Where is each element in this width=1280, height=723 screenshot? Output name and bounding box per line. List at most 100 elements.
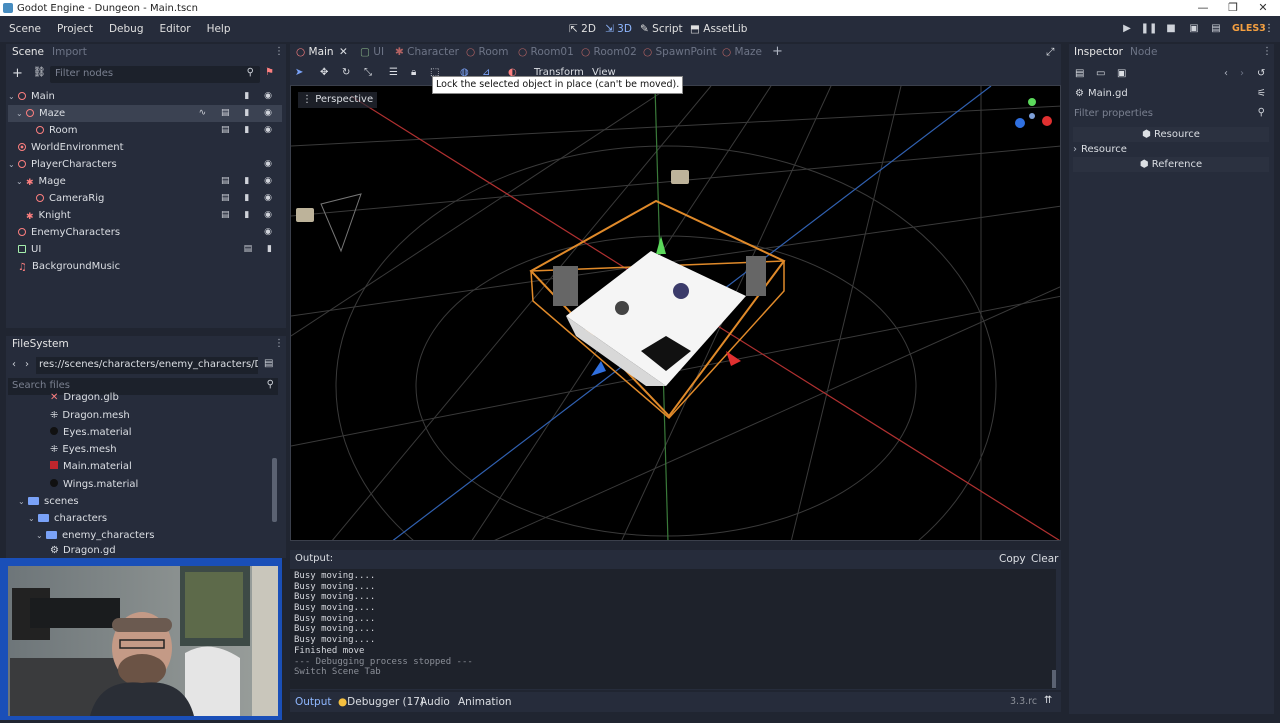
back-icon[interactable]: ‹ bbox=[12, 359, 16, 370]
forward-icon[interactable]: › bbox=[25, 359, 29, 370]
lock-icon[interactable]: 🔒︎ bbox=[411, 67, 416, 78]
scene-menu-dots-icon[interactable]: ⋮ bbox=[274, 46, 284, 57]
tree-node-worldenvironment[interactable]: WorldEnvironment bbox=[8, 139, 282, 156]
visibility-icons[interactable]: ▤ ▮ bbox=[244, 241, 278, 258]
list-item[interactable]: Main.material bbox=[50, 458, 320, 475]
distraction-free-icon[interactable]: ⤢ bbox=[1046, 46, 1054, 59]
add-tab-icon[interactable]: + bbox=[772, 44, 783, 59]
visibility-icons[interactable]: ▤ ▮ ◉ bbox=[221, 190, 278, 207]
scene-filter-icon[interactable]: ⚑ bbox=[265, 67, 274, 78]
play-icon[interactable]: ▶ bbox=[1118, 16, 1136, 42]
list-item[interactable]: ⁜ Dragon.mesh bbox=[50, 407, 320, 424]
filesystem-menu-dots-icon[interactable]: ⋮ bbox=[274, 338, 284, 349]
bottom-tab-animation[interactable]: Animation bbox=[458, 696, 512, 708]
mode-assetlib-button[interactable]: ⬒ AssetLib bbox=[690, 16, 747, 42]
tab-ui[interactable]: ▢ UI bbox=[360, 46, 384, 58]
settings-dots-icon[interactable]: ⋮ bbox=[1260, 16, 1278, 42]
mode-script-button[interactable]: ✎ Script bbox=[640, 16, 683, 42]
menu-editor[interactable]: Editor bbox=[151, 23, 198, 35]
link-instance-icon[interactable]: ⛓ bbox=[33, 67, 46, 78]
select-tool-icon[interactable]: ➤ bbox=[295, 67, 303, 78]
filter-nodes-input[interactable]: Filter nodes ⚲ bbox=[50, 66, 260, 83]
tree-node-enemycharacters[interactable]: EnemyCharacters ◉ bbox=[8, 224, 282, 241]
tree-node-room[interactable]: Room ▤ ▮ ◉ bbox=[8, 122, 282, 139]
filesystem-path-field[interactable]: res://scenes/characters/enemy_characters… bbox=[36, 357, 258, 374]
tree-node-mage[interactable]: ⌄ ✱ Mage ▤ ▮ ◉ bbox=[8, 173, 282, 190]
list-item[interactable]: Wings.material bbox=[50, 476, 320, 493]
visibility-icons[interactable]: ◉ bbox=[264, 224, 278, 241]
menu-project[interactable]: Project bbox=[49, 23, 101, 35]
tab-maze[interactable]: ○ Maze bbox=[722, 46, 762, 58]
list-select-icon[interactable]: ☰ bbox=[389, 67, 398, 78]
close-tab-icon[interactable]: ✕ bbox=[339, 46, 348, 58]
tab-inspector[interactable]: Inspector bbox=[1074, 46, 1123, 58]
list-item[interactable]: ⁜ Eyes.mesh bbox=[50, 441, 320, 458]
tab-room02[interactable]: ○ Room02 bbox=[581, 46, 637, 58]
stop-icon[interactable]: ■ bbox=[1162, 16, 1180, 42]
play-scene-icon[interactable]: ▣ bbox=[1185, 16, 1203, 42]
list-item[interactable]: ⌄ scenes bbox=[18, 493, 288, 510]
tab-node[interactable]: Node bbox=[1130, 46, 1157, 58]
bottom-tab-audio[interactable]: Audio bbox=[420, 696, 450, 708]
menu-debug[interactable]: Debug bbox=[101, 23, 152, 35]
history-icon[interactable]: ↺ bbox=[1257, 68, 1265, 79]
close-window-button[interactable]: ✕ bbox=[1248, 0, 1278, 16]
history-forward-icon[interactable]: › bbox=[1240, 68, 1244, 79]
mode-3d-button[interactable]: ⇲ 3D bbox=[605, 16, 632, 42]
new-resource-icon[interactable]: ▤ bbox=[1075, 68, 1084, 79]
tab-room01[interactable]: ○ Room01 bbox=[518, 46, 574, 58]
save-resource-icon[interactable]: ▣ bbox=[1117, 68, 1126, 79]
perspective-menu[interactable]: ⋮ Perspective bbox=[298, 92, 378, 108]
tab-character[interactable]: ✱ Character bbox=[395, 46, 459, 58]
clear-button[interactable]: Clear bbox=[1031, 553, 1058, 565]
object-properties-icon[interactable]: ⚟ bbox=[1257, 88, 1266, 99]
play-custom-scene-icon[interactable]: ▤ bbox=[1207, 16, 1225, 42]
tree-node-camerarig[interactable]: CameraRig ▤ ▮ ◉ bbox=[8, 190, 282, 207]
maximize-button[interactable]: ❐ bbox=[1218, 0, 1248, 16]
list-item[interactable]: Eyes.material bbox=[50, 424, 320, 441]
tab-scene[interactable]: Scene bbox=[12, 46, 44, 58]
visibility-icons[interactable]: ▤ ▮ ◉ bbox=[221, 122, 278, 139]
output-log[interactable]: Busy moving.... Busy moving.... Busy mov… bbox=[290, 569, 1056, 689]
minimize-button[interactable]: — bbox=[1188, 0, 1218, 16]
copy-button[interactable]: Copy bbox=[999, 553, 1026, 565]
resource-section[interactable]: › Resource bbox=[1073, 143, 1269, 157]
visibility-icons[interactable]: ▤ ▮ ◉ bbox=[221, 207, 278, 224]
tree-node-ui[interactable]: UI ▤ ▮ bbox=[8, 241, 282, 258]
list-item[interactable]: ⌄ characters bbox=[28, 510, 298, 527]
bottom-tab-debugger[interactable]: ●Debugger (17) bbox=[338, 696, 424, 708]
visibility-icons[interactable]: ▮ ◉ bbox=[244, 88, 278, 105]
3d-viewport[interactable]: ⋮ Perspective bbox=[290, 85, 1061, 541]
tab-import[interactable]: Import bbox=[52, 46, 87, 58]
visibility-icons[interactable]: ∿ ▤ ▮ ◉ bbox=[199, 105, 278, 122]
visibility-icons[interactable]: ▤ ▮ ◉ bbox=[221, 173, 278, 190]
pause-icon[interactable]: ❚❚ bbox=[1140, 16, 1158, 42]
tree-node-main[interactable]: ⌄ Main ▮ ◉ bbox=[8, 88, 282, 105]
tree-node-backgroundmusic[interactable]: ♫ BackgroundMusic bbox=[8, 258, 282, 275]
tab-filesystem[interactable]: FileSystem bbox=[12, 338, 69, 350]
scale-tool-icon[interactable]: ⤡ bbox=[364, 67, 372, 78]
visibility-icons[interactable]: ◉ bbox=[264, 156, 278, 173]
mode-2d-button[interactable]: ⇱ 2D bbox=[569, 16, 596, 42]
tree-node-playercharacters[interactable]: ⌄ PlayerCharacters ◉ bbox=[8, 156, 282, 173]
tree-node-knight[interactable]: ✱ Knight ▤ ▮ ◉ bbox=[8, 207, 282, 224]
expand-panel-icon[interactable]: ⇈ bbox=[1044, 695, 1052, 706]
open-resource-icon[interactable]: ▭ bbox=[1096, 68, 1105, 79]
tab-room[interactable]: ○ Room bbox=[466, 46, 508, 58]
list-item[interactable]: ✕ Dragon.glb bbox=[50, 392, 320, 404]
inspector-menu-dots-icon[interactable]: ⋮ bbox=[1262, 46, 1272, 57]
move-tool-icon[interactable]: ✥ bbox=[320, 67, 328, 78]
menu-help[interactable]: Help bbox=[199, 23, 239, 35]
add-node-icon[interactable]: + bbox=[12, 66, 23, 81]
tab-spawnpoint[interactable]: ○ SpawnPoint bbox=[643, 46, 717, 58]
list-item[interactable]: ⌄ enemy_characters bbox=[36, 527, 306, 544]
filter-properties-input[interactable]: Filter properties ⚲ bbox=[1071, 106, 1269, 122]
history-back-icon[interactable]: ‹ bbox=[1224, 68, 1228, 79]
list-item[interactable]: ⚙ Dragon.gd bbox=[50, 545, 320, 557]
output-scrollbar[interactable] bbox=[1052, 670, 1056, 688]
bottom-tab-output[interactable]: Output bbox=[295, 696, 331, 708]
menu-scene[interactable]: Scene bbox=[0, 23, 49, 35]
tab-main[interactable]: ○ Main bbox=[296, 46, 334, 58]
tree-node-maze[interactable]: ⌄ Maze ∿ ▤ ▮ ◉ bbox=[8, 105, 282, 122]
split-view-icon[interactable]: ▤ bbox=[264, 358, 273, 369]
